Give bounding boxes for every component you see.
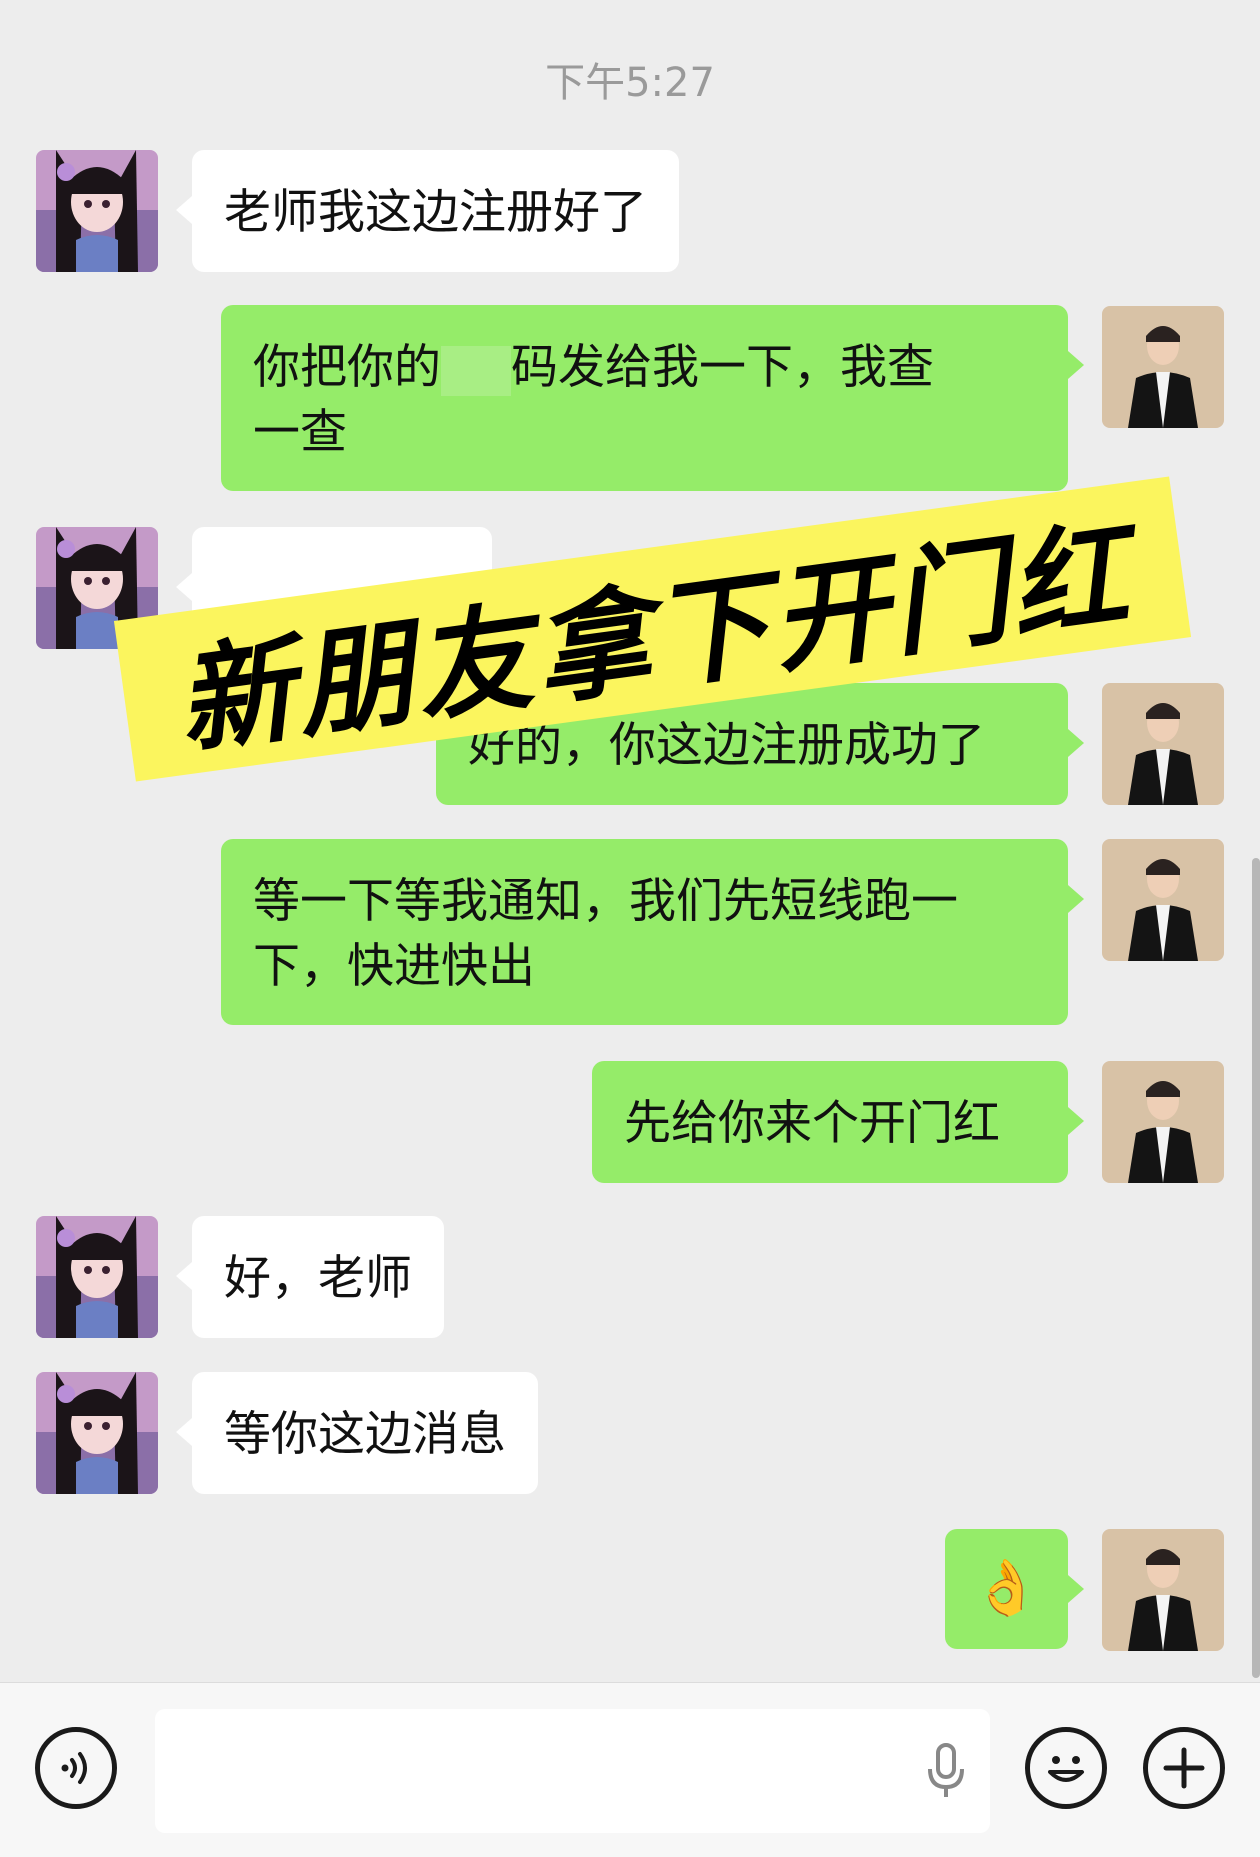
- message-input[interactable]: [155, 1709, 990, 1833]
- message-bubble-received[interactable]: 好，老师: [176, 1216, 444, 1338]
- message-bubble-sent[interactable]: 先给你来个开门红: [592, 1061, 1084, 1183]
- message-text: 等一下等我通知，我们先短线跑一: [253, 874, 958, 929]
- ok-hand-emoji: 👌: [972, 1556, 1041, 1619]
- scrollbar[interactable]: [1252, 858, 1260, 1678]
- message-text: 下，快进快出: [253, 939, 535, 994]
- message-text: 码发给我一下，我查: [511, 340, 934, 395]
- message-bubble-received[interactable]: 等你这边消息: [176, 1372, 538, 1494]
- avatar-other[interactable]: [36, 1372, 158, 1494]
- message-text: 先给你来个开门红: [624, 1096, 1000, 1151]
- message-text: 你把你的: [253, 340, 441, 395]
- input-bar: [0, 1682, 1260, 1857]
- message-bubble-sent[interactable]: 你把你的 码发给我一下，我查 一查: [221, 305, 1084, 491]
- avatar-self[interactable]: [1102, 306, 1224, 428]
- message-bubble-sent[interactable]: 👌: [945, 1529, 1084, 1649]
- avatar-self[interactable]: [1102, 1529, 1224, 1651]
- plus-icon[interactable]: [1143, 1727, 1225, 1809]
- avatar-self[interactable]: [1102, 683, 1224, 805]
- message-text: 好，老师: [224, 1251, 412, 1306]
- message-text: 等你这边消息: [224, 1407, 506, 1462]
- message-text: 老师我这边注册好了: [224, 185, 647, 240]
- avatar-self[interactable]: [1102, 839, 1224, 961]
- avatar-other[interactable]: [36, 150, 158, 272]
- message-text: 一查: [253, 405, 347, 460]
- avatar-other[interactable]: [36, 1216, 158, 1338]
- voice-mode-icon[interactable]: [35, 1727, 117, 1809]
- censored-region: [441, 345, 511, 396]
- timestamp: 下午5:27: [545, 60, 715, 106]
- emoji-icon[interactable]: [1025, 1727, 1107, 1809]
- message-bubble-received[interactable]: 老师我这边注册好了: [176, 150, 679, 272]
- avatar-self[interactable]: [1102, 1061, 1224, 1183]
- message-bubble-sent[interactable]: 等一下等我通知，我们先短线跑一 下，快进快出: [221, 839, 1084, 1025]
- microphone-icon[interactable]: [922, 1743, 970, 1801]
